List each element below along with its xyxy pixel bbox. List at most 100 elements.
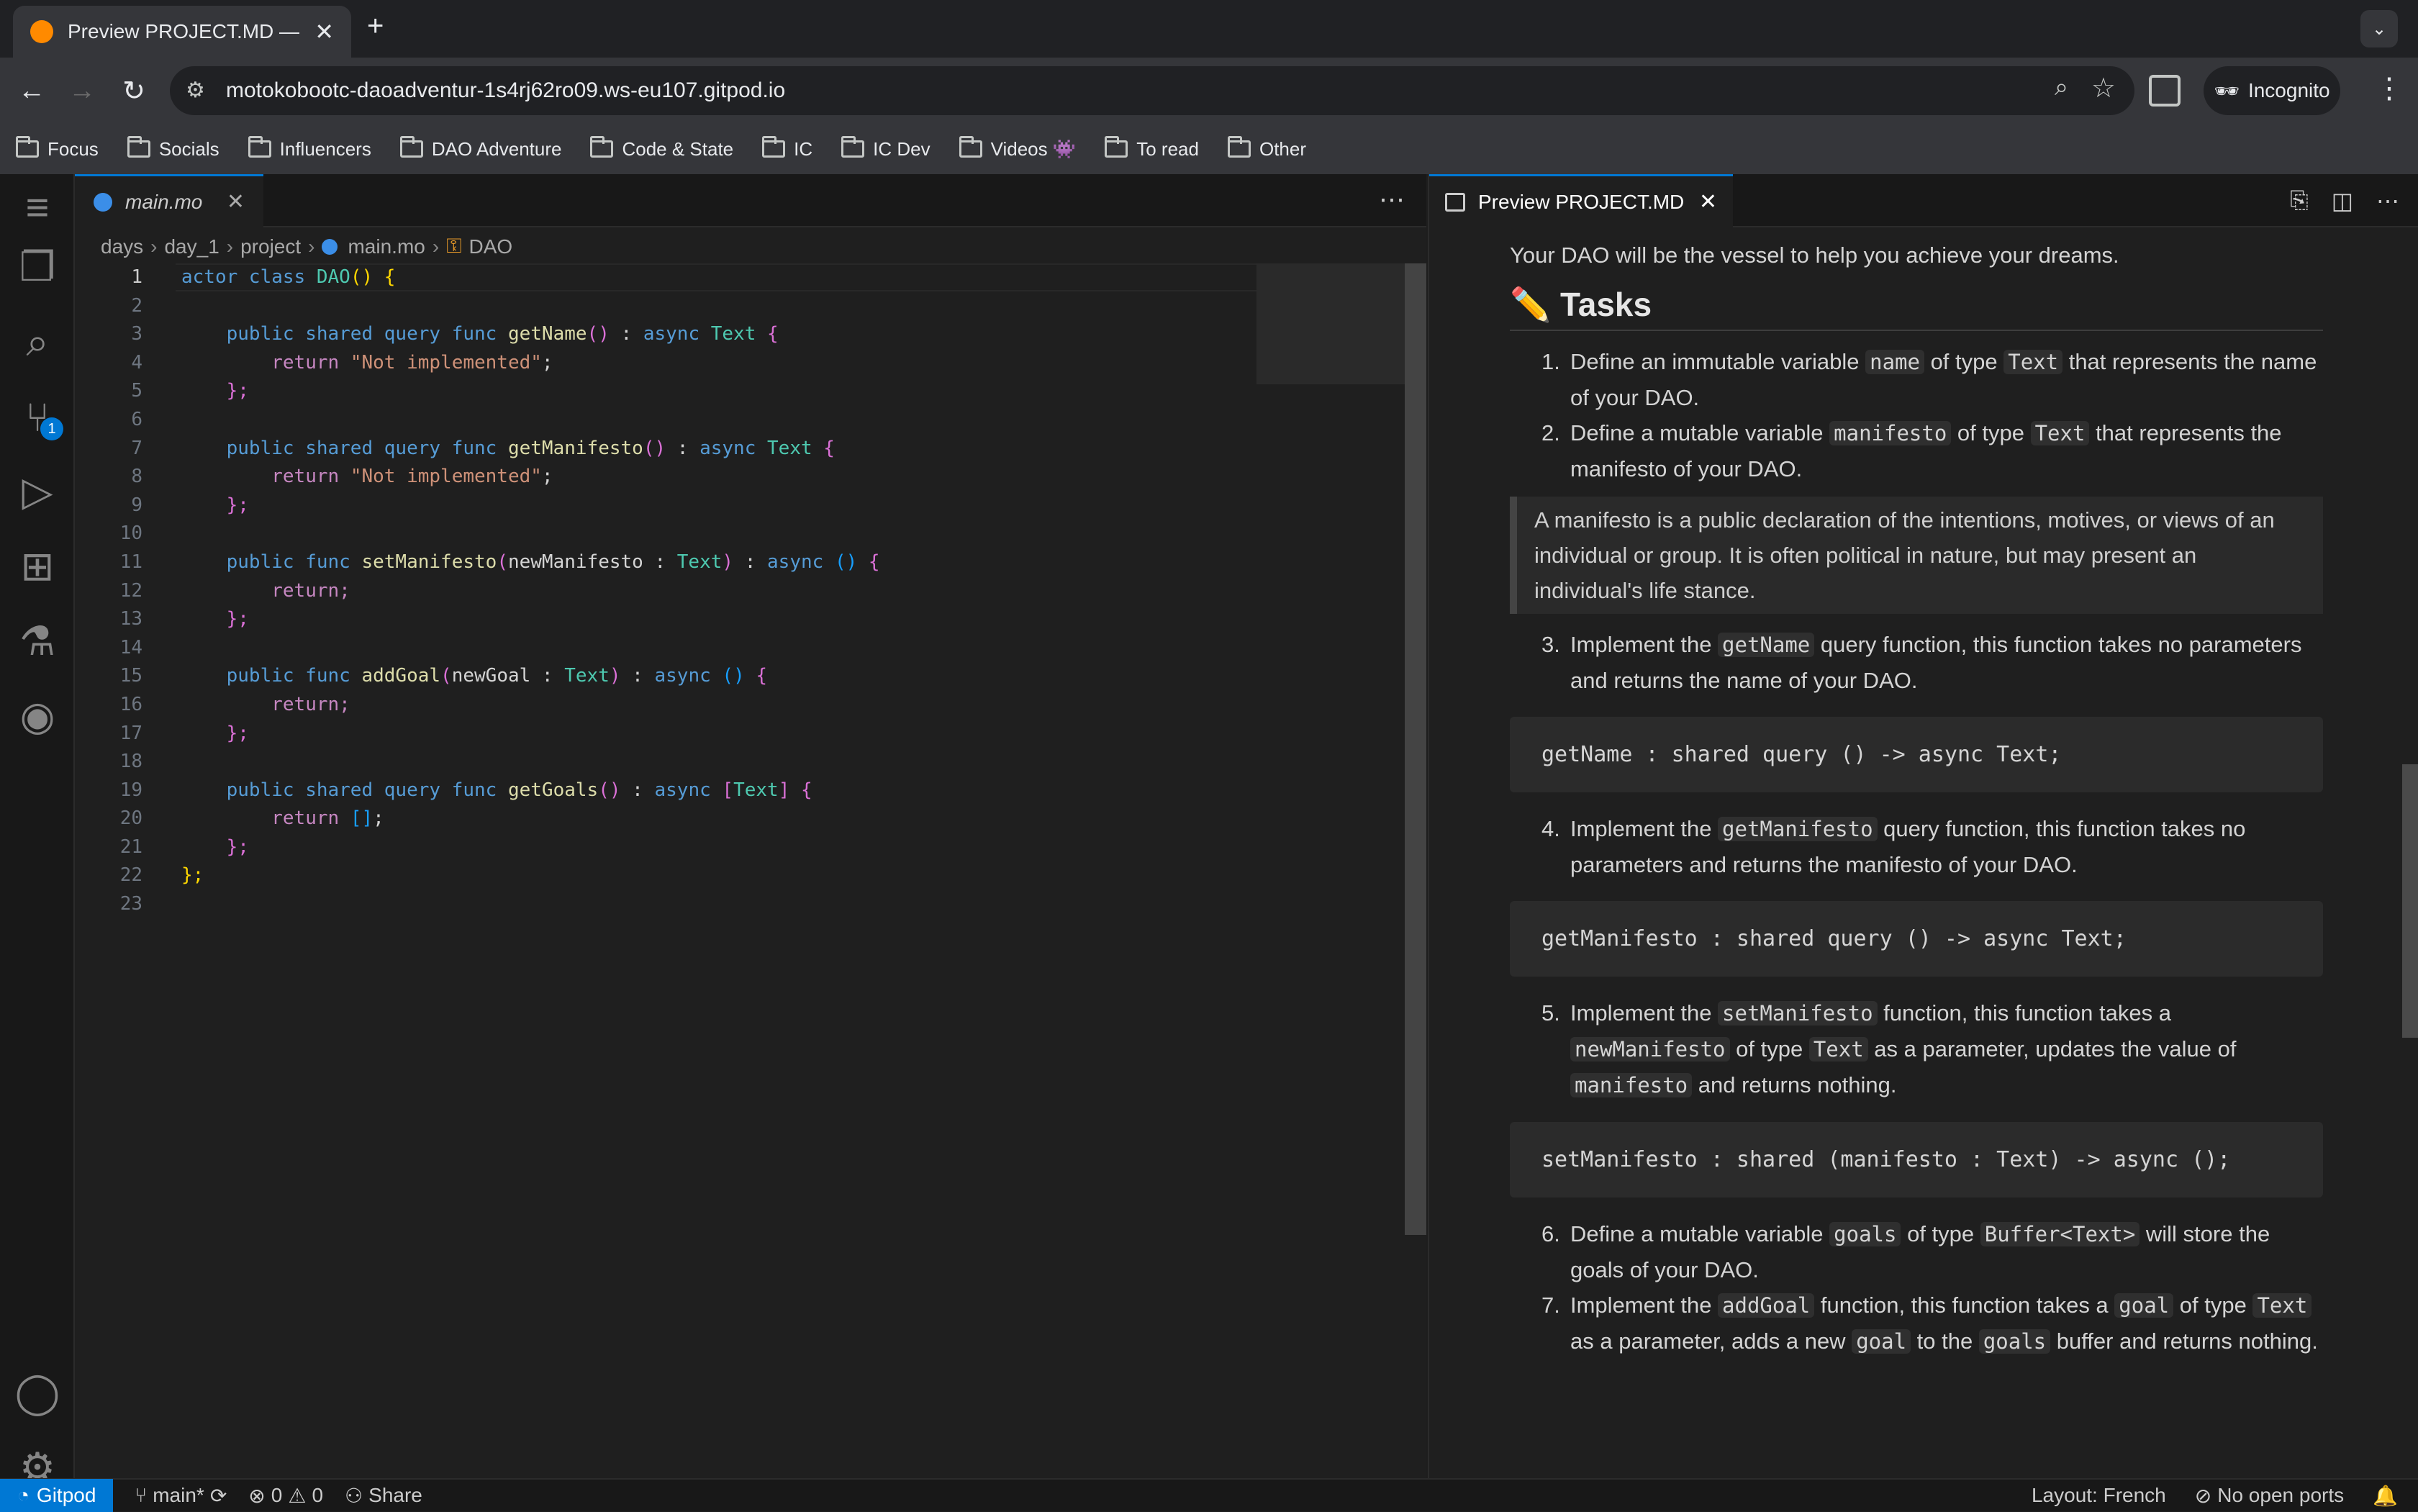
folder-icon <box>959 136 982 158</box>
tab-main-mo[interactable]: main.mo ✕ <box>75 174 263 227</box>
run-debug-icon[interactable]: ▷ <box>0 459 75 524</box>
remote-label: Gitpod <box>36 1484 96 1506</box>
breadcrumb-item[interactable]: days <box>101 235 143 258</box>
code-text: return []; <box>271 807 384 830</box>
more-actions-icon[interactable]: ⋯ <box>2376 187 2399 214</box>
github-icon[interactable]: ◉ <box>0 684 75 748</box>
share-button[interactable]: ⚇ Share <box>345 1484 422 1508</box>
bookmark-folder[interactable]: Focus <box>16 136 99 160</box>
line-number: 13 <box>119 608 142 630</box>
minimap[interactable] <box>1256 263 1408 384</box>
editor-scrollbar[interactable] <box>1405 263 1426 1235</box>
ports-indicator[interactable]: ⊘ No open ports <box>2195 1484 2344 1508</box>
incognito-label: Incognito <box>2247 79 2330 101</box>
code-area[interactable]: 1 actor class DAO() { 2 3 public shared q… <box>75 263 1406 919</box>
browser-menu-icon[interactable]: ⋮ <box>2375 72 2404 105</box>
breadcrumb-item[interactable]: DAO <box>469 235 513 258</box>
line-number: 21 <box>119 836 142 858</box>
forward-icon[interactable]: → <box>60 69 104 112</box>
code-line: 16 return; <box>75 691 1406 720</box>
preview-actions: ⎘ ◫ ⋯ <box>2290 187 2399 214</box>
activity-bar: ≡ ❐ ⌕ ⑂ 1 ▷ ⊞ ⚗ ◉ ◯ ⚙ <box>0 174 75 1490</box>
source-control-icon[interactable]: ⑂ 1 <box>0 384 75 449</box>
address-bar[interactable]: ⚙ motokobootc-daoadventur-1s4rj62ro09.ws… <box>170 66 2134 115</box>
class-symbol-icon: ⚿ <box>446 235 462 257</box>
branch-indicator[interactable]: ⑂ main* ⟳ <box>135 1484 227 1508</box>
explorer-icon[interactable]: ❐ <box>0 235 75 299</box>
code-text: return "Not implemented"; <box>271 351 553 374</box>
line-number: 3 <box>131 323 142 345</box>
split-editor-icon[interactable]: ◫ <box>2332 187 2353 214</box>
code-text: public func setManifesto(newManifesto : … <box>226 551 880 573</box>
new-tab-icon[interactable]: + <box>367 10 384 42</box>
list-item: 6. Define a mutable variable goals of typ… <box>1541 1221 2270 1282</box>
close-tab-icon[interactable]: ✕ <box>314 18 334 45</box>
notifications-bell-icon[interactable]: 🔔 <box>2373 1484 2398 1508</box>
folder-icon <box>1227 136 1251 158</box>
url-text[interactable]: motokobootc-daoadventur-1s4rj62ro09.ws-e… <box>226 78 785 103</box>
search-icon[interactable]: ⌕ <box>0 309 75 374</box>
error-icon: ⊗ <box>248 1484 266 1507</box>
bookmark-folder[interactable]: DAO Adventure <box>399 136 561 160</box>
keyboard-layout[interactable]: Layout: French <box>2032 1484 2166 1508</box>
preview-tab-bar: Preview PROJECT.MD ✕ ⎘ ◫ ⋯ <box>1429 174 2418 227</box>
code-text: public shared query func getGoals() : as… <box>226 779 812 801</box>
chevron-right-icon: › <box>226 235 234 258</box>
bookmark-folder[interactable]: IC Dev <box>841 136 930 160</box>
problems-indicator[interactable]: ⊗ 0 ⚠ 0 <box>248 1484 323 1508</box>
breadcrumb-item[interactable]: day_1 <box>164 235 219 258</box>
bookmark-folder[interactable]: IC <box>762 136 813 160</box>
code-text: }; <box>226 494 249 516</box>
blockquote: A manifesto is a public declaration of t… <box>1510 497 2323 614</box>
bookmark-folder[interactable]: Videos 👾 <box>959 136 1076 160</box>
bookmark-label: IC <box>794 137 813 160</box>
close-icon[interactable]: ✕ <box>227 189 245 214</box>
testing-icon[interactable]: ⚗ <box>0 609 75 674</box>
line-number: 9 <box>131 494 142 516</box>
folder-icon <box>762 136 786 158</box>
code-line: 12 return; <box>75 577 1406 606</box>
browser-tab[interactable]: Preview PROJECT.MD — dao ✕ <box>13 6 351 58</box>
tab-preview-project-md[interactable]: Preview PROJECT.MD ✕ <box>1429 174 1733 227</box>
accounts-icon[interactable]: ◯ <box>0 1360 75 1425</box>
bookmark-star-icon[interactable]: ☆ <box>2091 72 2116 104</box>
extensions-icon[interactable]: ⊞ <box>0 534 75 599</box>
code-text: }; <box>226 380 249 402</box>
code-text: }; <box>181 864 204 887</box>
list-item: 4. Implement the getManifesto query funct… <box>1541 816 2246 877</box>
site-info-icon[interactable]: ⚙ <box>186 78 212 104</box>
incognito-indicator[interactable]: 🕶 Incognito <box>2204 66 2340 115</box>
list-item: 5. Implement the setManifesto function, t… <box>1541 1000 2237 1097</box>
list-item: 2. Define a mutable variable manifesto of… <box>1541 420 2282 481</box>
code-text: }; <box>226 608 249 630</box>
sync-icon[interactable]: ⟳ <box>210 1484 227 1508</box>
menu-icon[interactable]: ≡ <box>0 174 75 239</box>
bookmark-folder[interactable]: To read <box>1105 136 1199 160</box>
bookmark-label: Code & State <box>622 137 734 160</box>
preview-scrollbar[interactable] <box>2402 764 2418 1038</box>
task-list: 1. Define an immutable variable name of t… <box>1510 344 2323 486</box>
bookmark-label: Socials <box>158 137 219 160</box>
close-icon[interactable]: ✕ <box>1699 189 1717 214</box>
zoom-icon[interactable]: ⌕ <box>2055 73 2068 101</box>
chevron-right-icon: › <box>308 235 315 258</box>
breadcrumb-item[interactable]: main.mo <box>348 235 425 258</box>
back-icon[interactable]: ← <box>10 69 53 112</box>
bookmark-folder[interactable]: Code & State <box>590 136 734 160</box>
more-actions-icon[interactable]: ⋯ <box>1379 184 1405 214</box>
tab-search-chevron-icon[interactable]: ⌄ <box>2360 10 2398 47</box>
reload-icon[interactable]: ↻ <box>112 69 155 112</box>
code-text: public shared query func getManifesto() … <box>226 437 835 459</box>
remote-indicator[interactable]: ◔ Gitpod <box>0 1479 114 1512</box>
open-source-icon[interactable]: ⎘ <box>2290 187 2309 214</box>
share-icon: ⚇ <box>345 1484 363 1507</box>
editor-tab-bar: main.mo ✕ ⋯ <box>75 174 1426 227</box>
code-line: 6 <box>75 406 1406 435</box>
line-number: 23 <box>119 893 142 915</box>
bookmark-folder[interactable]: Socials <box>127 136 219 160</box>
breadcrumb-item[interactable]: project <box>240 235 301 258</box>
side-panel-icon[interactable] <box>2149 75 2181 107</box>
bookmark-folder[interactable]: Other <box>1227 136 1306 160</box>
browser-chrome: Preview PROJECT.MD — dao ✕ + ⌄ ← → ↻ ⚙ m… <box>0 0 2418 174</box>
bookmark-folder[interactable]: Influencers <box>248 136 371 160</box>
